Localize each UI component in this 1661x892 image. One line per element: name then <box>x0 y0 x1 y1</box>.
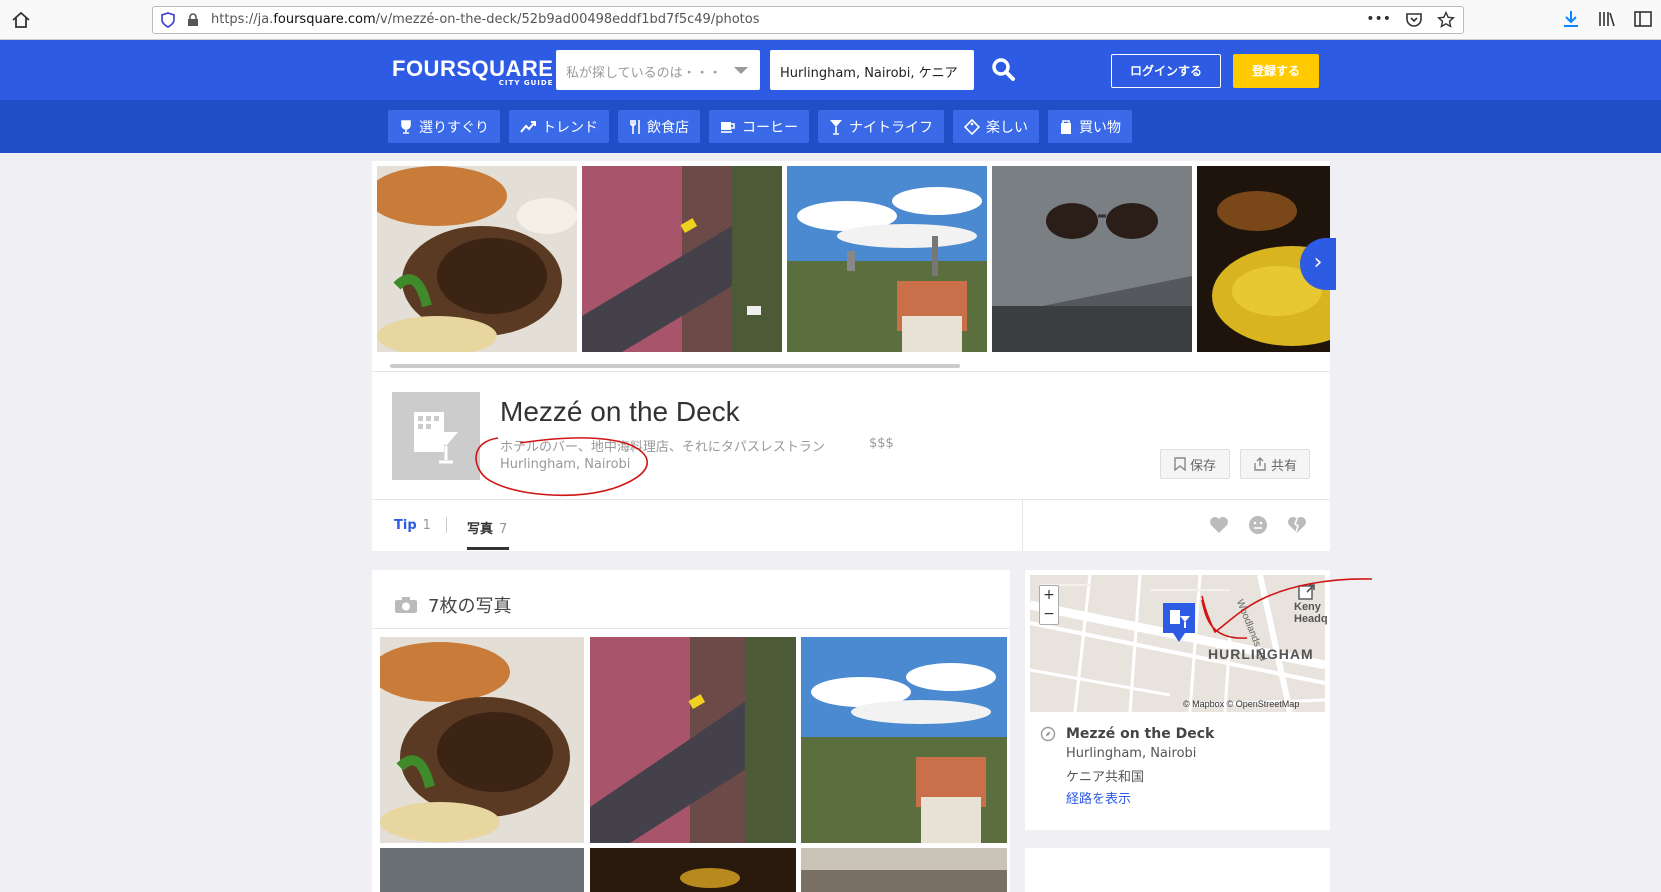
photo-city-skyline[interactable] <box>801 637 1007 843</box>
nav-item-label: 楽しい <box>986 119 1028 136</box>
pocket-icon[interactable] <box>1405 11 1423 29</box>
nav-item-fun[interactable]: 楽しい <box>953 110 1039 143</box>
cocktail-icon <box>830 119 842 135</box>
fork-knife-icon <box>630 119 640 134</box>
nav-item-label: 買い物 <box>1079 119 1121 136</box>
photo-city-skyline[interactable] <box>787 166 987 352</box>
venue-tabs <box>372 499 1330 551</box>
venue-price: $$$ <box>869 436 894 451</box>
foursquare-logo[interactable]: FOURSQUARE CITY GUIDE <box>392 56 553 87</box>
divider <box>1022 499 1023 551</box>
tracking-shield-icon[interactable] <box>161 12 175 28</box>
address-bar[interactable]: https://ja.foursquare.com/v/mezzé-on-the… <box>152 6 1464 34</box>
map-attribution[interactable]: © Mapbox © OpenStreetMap <box>1183 699 1299 709</box>
photo-deck-view[interactable] <box>801 848 1007 892</box>
photo-hummus-plate[interactable] <box>590 848 796 892</box>
nav-item-label: 飲食店 <box>647 119 689 136</box>
save-button[interactable]: 保存 <box>1160 449 1230 479</box>
photo-steak-dish[interactable] <box>377 166 577 352</box>
url-text[interactable]: https://ja.foursquare.com/v/mezzé-on-the… <box>211 12 759 27</box>
photo-street-aerial[interactable] <box>582 166 782 352</box>
tab-tips[interactable]: Tip 1 <box>394 518 431 533</box>
download-icon[interactable] <box>1561 9 1581 29</box>
search-icon[interactable] <box>985 52 1021 88</box>
shopping-bag-icon <box>1061 119 1071 134</box>
directions-link[interactable]: 経路を表示 <box>1066 788 1131 807</box>
nav-item-label: 選りすぐり <box>419 119 489 136</box>
map-area-label: HURLINGHAM <box>1208 646 1314 662</box>
ticket-icon <box>964 118 980 135</box>
expand-map-icon[interactable] <box>1298 583 1316 601</box>
sidebar-icon[interactable] <box>1633 9 1653 29</box>
compass-icon <box>1040 726 1056 742</box>
photo-steak-dish[interactable] <box>380 637 584 843</box>
photo-sunglasses-table[interactable] <box>380 848 584 892</box>
map-venue-area: Hurlingham, Nairobi <box>1066 746 1197 761</box>
bookmark-star-icon[interactable] <box>1437 11 1455 29</box>
nav-item-coffee[interactable]: コーヒー <box>709 110 809 143</box>
map-venue-country: ケニア共和国 <box>1066 770 1145 785</box>
signup-button[interactable]: 登録する <box>1233 54 1319 88</box>
dropdown-caret-icon[interactable] <box>734 67 748 74</box>
trending-icon <box>520 120 536 133</box>
hotel-bar-category-icon <box>392 392 480 480</box>
map-venue-name: Mezzé on the Deck <box>1066 726 1215 742</box>
photos-heading: 7枚の写真 <box>428 596 512 617</box>
search-what-input[interactable]: 私が探しているのは・・・ <box>556 50 760 90</box>
home-icon[interactable] <box>10 9 32 31</box>
broken-heart-icon[interactable] <box>1286 515 1308 535</box>
venue-title: Mezzé on the Deck <box>500 396 740 427</box>
venue-categories[interactable]: ホテルのバー、地中海料理店、それにタパスレストラン <box>500 436 825 455</box>
share-button[interactable]: 共有 <box>1240 449 1310 479</box>
photo-street-aerial[interactable] <box>590 637 796 843</box>
page-actions-icon[interactable]: ••• <box>1366 11 1391 29</box>
share-icon <box>1254 457 1266 471</box>
nav-item-nightlife[interactable]: ナイトライフ <box>818 110 944 143</box>
divider <box>446 517 447 533</box>
zoom-out-button[interactable]: − <box>1040 605 1058 624</box>
like-heart-icon[interactable] <box>1208 515 1230 535</box>
nav-item-label: トレンド <box>542 119 598 136</box>
lock-icon[interactable] <box>187 13 199 27</box>
library-icon[interactable] <box>1597 9 1617 29</box>
strip-scrollbar[interactable] <box>390 364 960 368</box>
zoom-in-button[interactable]: + <box>1040 586 1058 605</box>
camera-icon <box>395 597 417 613</box>
tab-photos[interactable]: 写真 7 <box>467 518 507 537</box>
trophy-icon <box>401 119 411 134</box>
venue-location[interactable]: Hurlingham, Nairobi <box>500 457 630 472</box>
sidebar-card <box>1025 848 1330 892</box>
nav-item-top-picks[interactable]: 選りすぐり <box>388 110 500 143</box>
bookmark-icon <box>1174 457 1186 471</box>
search-where-input[interactable]: Hurlingham, Nairobi, ケニア <box>770 50 974 90</box>
divider <box>372 628 1010 629</box>
map-place-label: Keny Headq <box>1294 601 1328 625</box>
nav-item-trending[interactable]: トレンド <box>509 110 609 143</box>
map-pin-icon[interactable] <box>1159 600 1199 646</box>
login-button[interactable]: ログインする <box>1111 54 1221 88</box>
photo-sunglasses-table[interactable] <box>992 166 1192 352</box>
coffee-icon <box>721 121 735 133</box>
neutral-face-icon[interactable] <box>1248 515 1268 535</box>
nav-item-label: コーヒー <box>742 119 798 136</box>
active-tab-indicator <box>467 547 509 550</box>
nav-item-food[interactable]: 飲食店 <box>618 110 700 143</box>
map-zoom-controls[interactable]: + − <box>1039 585 1059 625</box>
nav-item-label: ナイトライフ <box>849 119 933 136</box>
nav-item-shopping[interactable]: 買い物 <box>1048 110 1132 143</box>
